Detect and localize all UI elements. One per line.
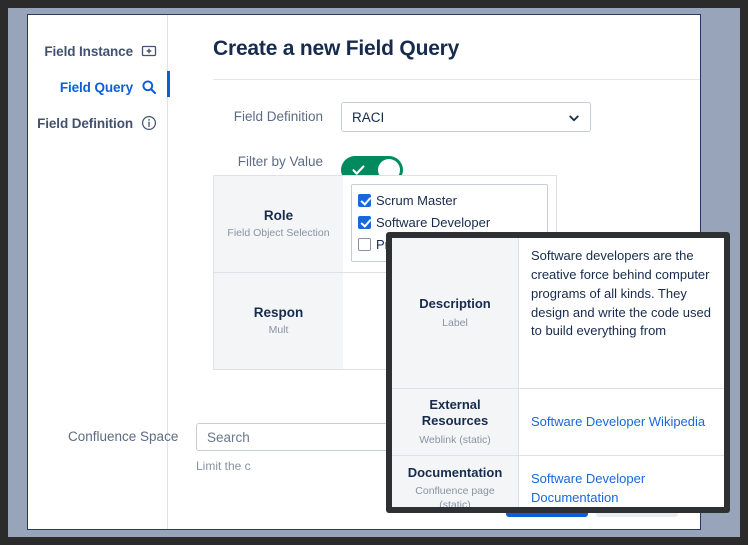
tooltip-content: Description Label Software developers ar… — [392, 238, 724, 507]
sidebar-item-field-instance[interactable]: Field Instance — [28, 35, 167, 67]
screen: Field Instance Field Query Field Definit… — [0, 0, 748, 545]
tooltip-row-name: External Resources — [421, 397, 489, 429]
tooltip-row: Documentation Confluence page (static) S… — [392, 456, 724, 507]
checkbox-label: Scrum Master — [376, 192, 457, 208]
field-row-subtitle: Field Object Selection — [227, 226, 330, 239]
checkbox-icon[interactable] — [358, 215, 371, 229]
tooltip-row: External Resources Weblink (static) Soft… — [392, 389, 724, 456]
confluence-space-label: Confluence Space — [68, 429, 179, 444]
tooltip-row-name: Description — [419, 296, 491, 312]
sidebar-item-label: Field Query — [59, 79, 133, 95]
checkbox-icon[interactable] — [358, 193, 371, 207]
field-definition-value: RACI — [352, 109, 385, 125]
list-item[interactable]: Scrum Master — [358, 189, 541, 211]
field-definition-field: RACI — [341, 102, 700, 132]
checkbox-icon[interactable] — [358, 237, 371, 251]
list-item[interactable]: Software Developer — [358, 211, 541, 233]
chevron-down-icon — [568, 111, 580, 123]
sidebar-item-label: Field Definition — [37, 115, 133, 131]
search-icon — [141, 79, 157, 95]
field-definition-row: Field Definition RACI — [213, 102, 700, 132]
tooltip-row-subtitle: Weblink (static) — [419, 433, 491, 446]
field-instance-icon — [141, 43, 157, 59]
info-icon — [141, 115, 157, 131]
sidebar-item-field-query[interactable]: Field Query — [28, 71, 167, 103]
confluence-space-placeholder: Search — [207, 429, 250, 445]
field-row-header: Role Field Object Selection — [214, 176, 343, 272]
field-row-name: Respon — [253, 304, 304, 320]
field-row-header: Respon Mult — [214, 273, 343, 369]
page-title: Create a new Field Query — [213, 37, 460, 60]
detail-tooltip: Description Label Software developers ar… — [386, 232, 730, 513]
checkbox-label: Software Developer — [376, 214, 491, 230]
tooltip-row-header: External Resources Weblink (static) — [392, 389, 519, 455]
tooltip-row-link[interactable]: Software Developer Documentation — [519, 456, 724, 507]
filter-by-value-label: Filter by Value — [237, 154, 323, 169]
sidebar-item-label: Field Instance — [44, 43, 133, 59]
tooltip-row-header: Documentation Confluence page (static) — [392, 456, 519, 507]
field-definition-label: Field Definition — [233, 109, 323, 124]
field-row-name: Role — [263, 207, 294, 223]
tooltip-row-value: Software developers are the creative for… — [531, 248, 711, 339]
tooltip-row-name: Documentation — [407, 464, 503, 480]
field-definition-select[interactable]: RACI — [341, 102, 591, 132]
tooltip-row-link[interactable]: Software Developer Wikipedia — [519, 389, 724, 455]
field-row-subtitle: Mult — [268, 323, 289, 336]
tooltip-row-header: Description Label — [392, 238, 519, 388]
title-divider — [213, 79, 700, 80]
tooltip-row-subtitle: Confluence page (static) — [415, 484, 495, 507]
sidebar-item-field-definition[interactable]: Field Definition — [28, 107, 167, 139]
tooltip-row-subtitle: Label — [442, 316, 468, 329]
tooltip-row: Description Label Software developers ar… — [392, 238, 724, 389]
